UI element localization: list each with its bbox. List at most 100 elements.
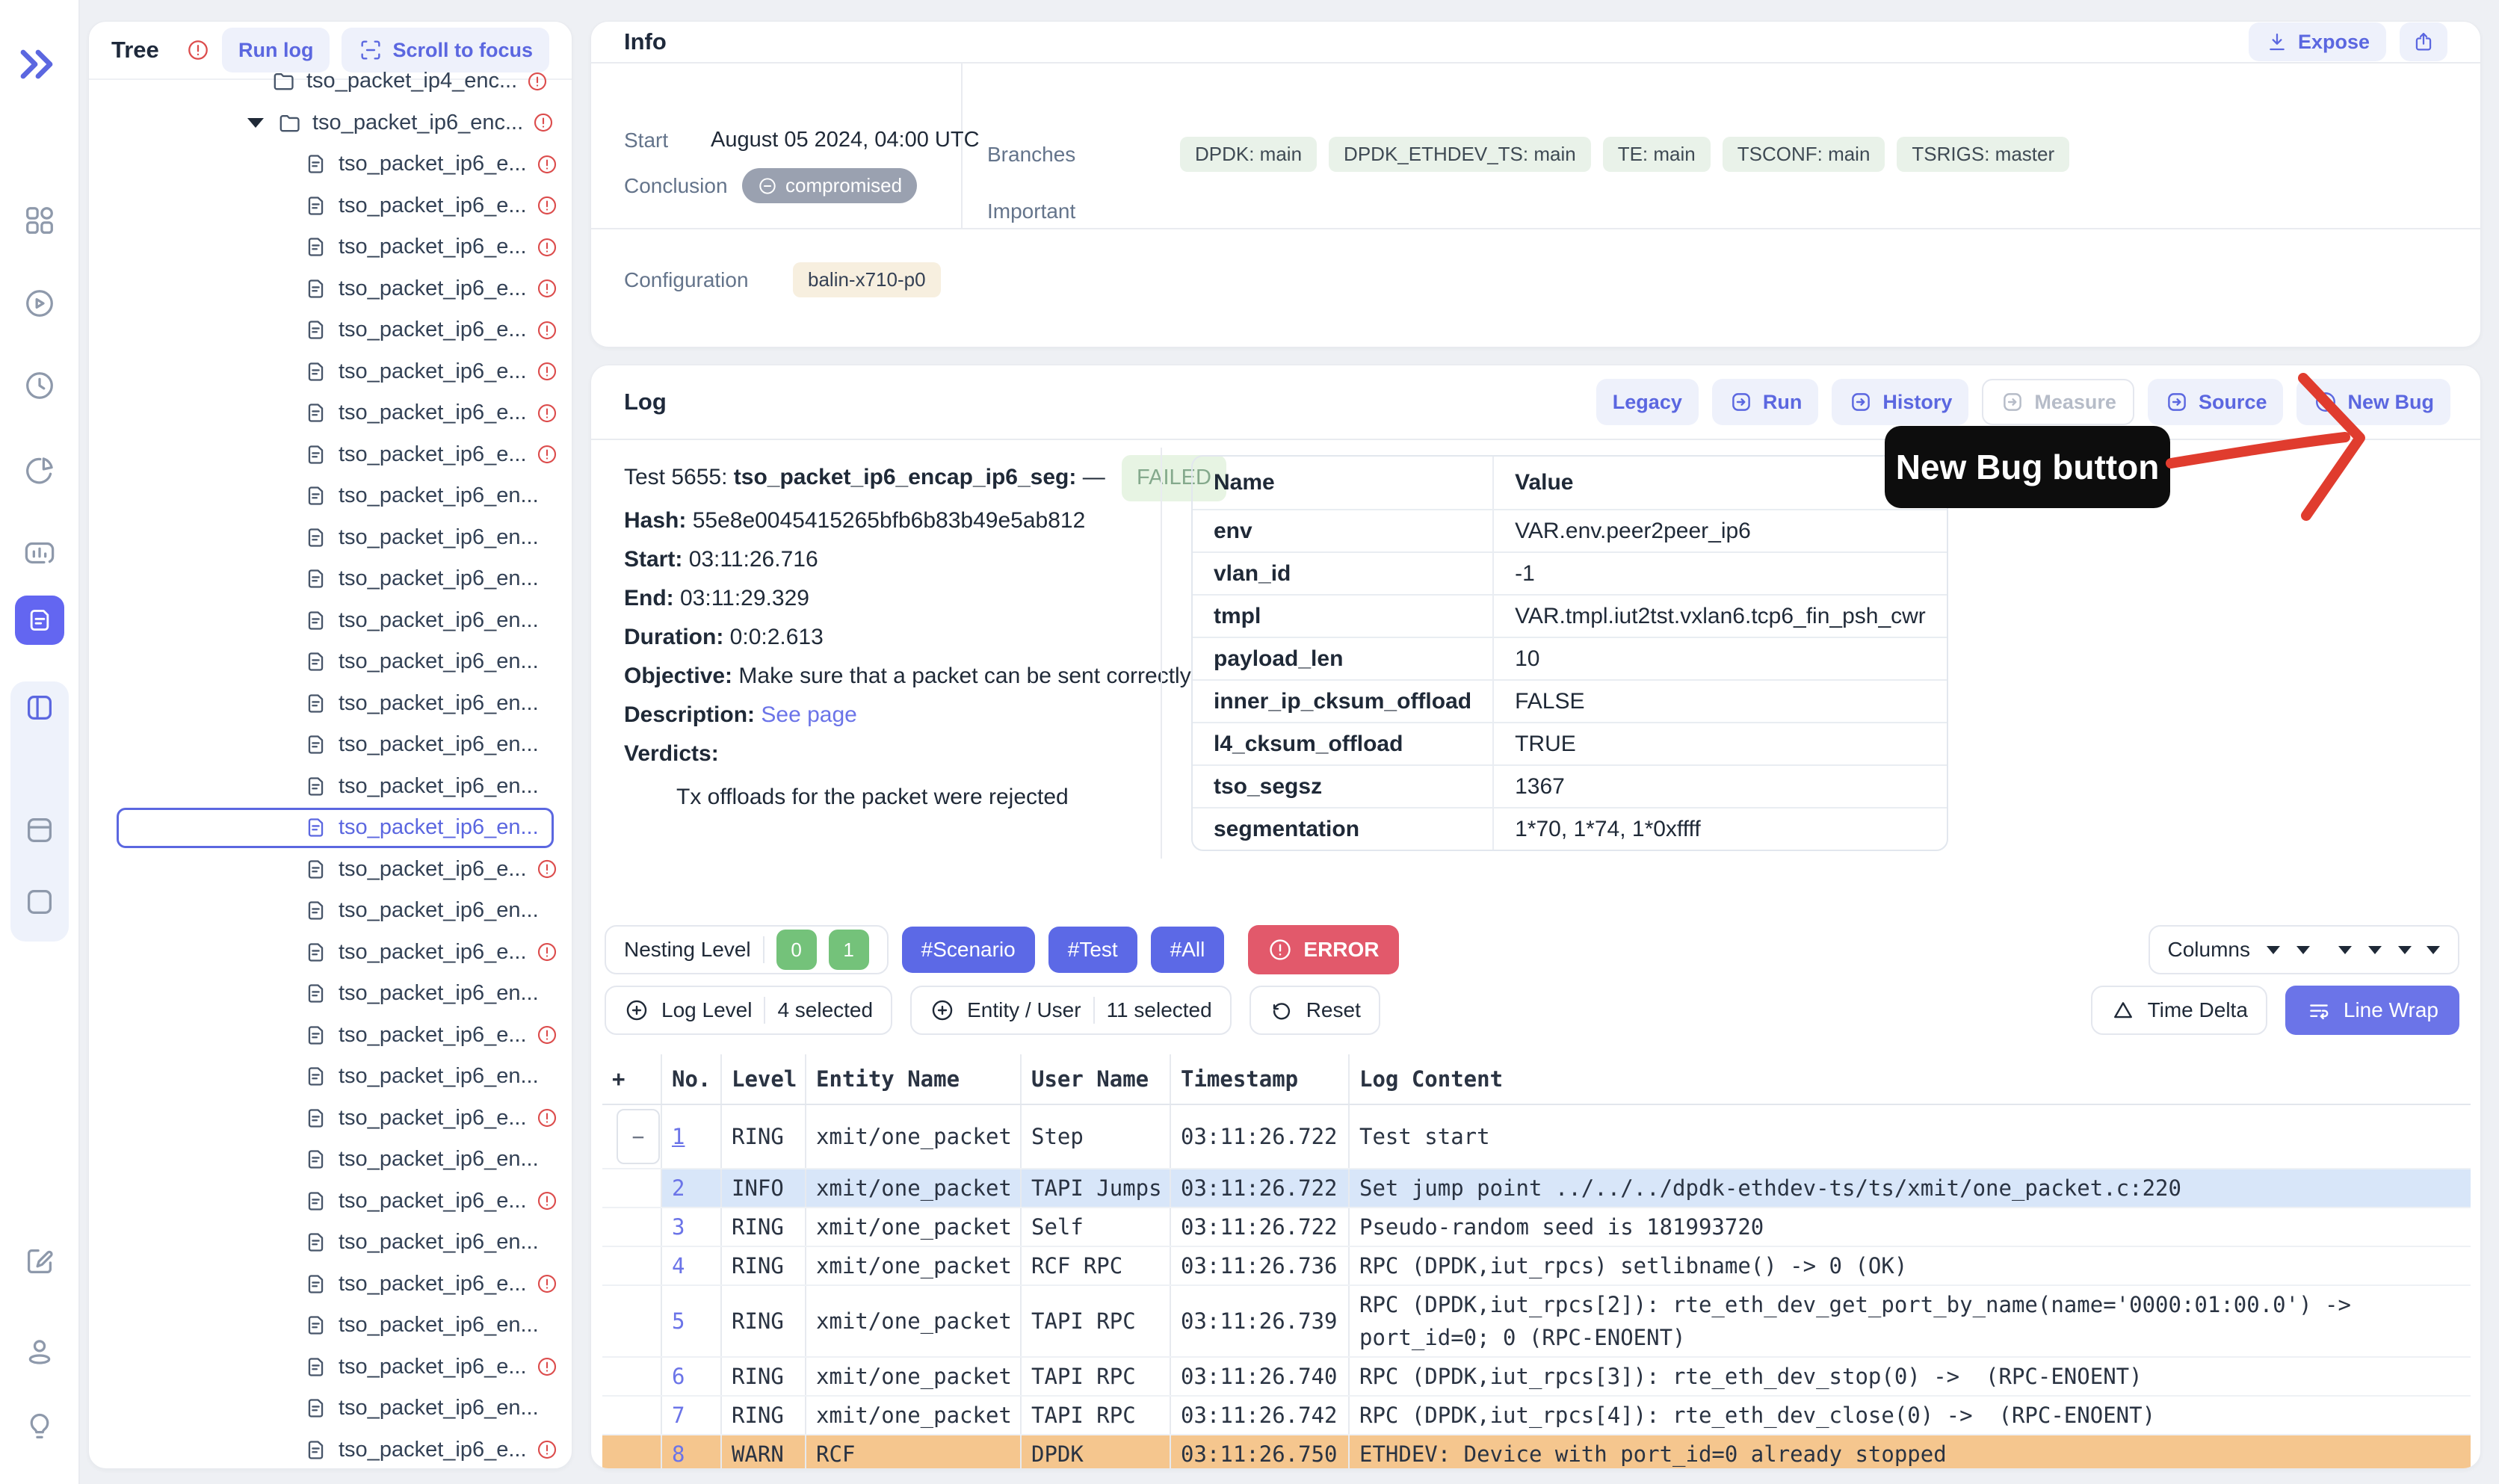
user-icon[interactable] — [22, 1335, 57, 1369]
tree-item[interactable]: tso_packet_ip6_en... — [89, 807, 572, 849]
tree-item[interactable]: tso_packet_ip6_en... — [89, 1139, 572, 1181]
parameter-row: segmentation 1*70, 1*74, 1*0xffff — [1193, 807, 1947, 850]
error-filter-button[interactable]: ERROR — [1248, 925, 1398, 974]
log-row[interactable]: − 7 RING xmit/one_packet TAPI RPC 03:11:… — [602, 1397, 2471, 1435]
log-row[interactable]: − 5 RING xmit/one_packet TAPI RPC 03:11:… — [602, 1286, 2471, 1358]
row-number-link[interactable]: 1 — [662, 1105, 722, 1168]
tree-item[interactable]: tso_packet_ip4_enc... — [89, 61, 572, 102]
tree-item[interactable]: tso_packet_ip6_e... — [89, 1347, 572, 1388]
dashboard-grid-icon[interactable] — [22, 203, 57, 238]
log-row[interactable]: − 2 INFO xmit/one_packet TAPI Jumps 03:1… — [602, 1169, 2471, 1208]
entity-cell: xmit/one_packet — [806, 1208, 1022, 1246]
tree-item[interactable]: tso_packet_ip6_e... — [89, 351, 572, 393]
log-row[interactable]: − 8 WARN RCF DPDK 03:11:26.750 ETHDEV: D… — [602, 1435, 2471, 1469]
tree-item[interactable]: tso_packet_ip6_e... — [89, 392, 572, 434]
tree-item[interactable]: tso_packet_ip6_en... — [89, 766, 572, 808]
log-nav-active[interactable] — [15, 596, 64, 645]
file-icon — [303, 1230, 328, 1255]
measure-button[interactable]: Measure — [1982, 379, 2134, 425]
tree-item-label: tso_packet_ip6_en... — [339, 1064, 539, 1089]
tree-item[interactable]: tso_packet_ip6_en... — [89, 517, 572, 559]
run-button[interactable]: Run — [1712, 379, 1818, 425]
tree-item[interactable]: tso_packet_ip6_e... — [89, 143, 572, 185]
time-delta-button[interactable]: Time Delta — [2091, 986, 2267, 1035]
tree-item[interactable]: tso_packet_ip6_e... — [89, 1264, 572, 1305]
pie-chart-icon[interactable] — [22, 454, 57, 488]
tree-item[interactable]: tso_packet_ip6_en... — [89, 1222, 572, 1264]
tree-item[interactable]: tso_packet_ip6_e... — [89, 185, 572, 227]
warning-circle-icon — [536, 319, 558, 341]
collapse-toggle[interactable]: − — [617, 1109, 660, 1164]
row-number-link[interactable]: 7 — [662, 1397, 722, 1434]
tree-item[interactable]: tso_packet_ip6_e... — [89, 932, 572, 974]
lightbulb-icon[interactable] — [22, 1409, 57, 1444]
columns-dropdown[interactable]: Columns — [2149, 925, 2459, 974]
reset-button[interactable]: Reset — [1250, 986, 1380, 1035]
line-wrap-button[interactable]: Line Wrap — [2285, 986, 2459, 1035]
tree-item[interactable]: tso_packet_ip6_e... — [89, 1098, 572, 1140]
tree-item-label: tso_packet_ip6_en... — [339, 483, 539, 508]
row-number-link[interactable]: 8 — [662, 1435, 722, 1469]
row-number-link[interactable]: 6 — [662, 1358, 722, 1395]
layout-left-icon[interactable] — [22, 690, 57, 725]
all-filter-button[interactable]: #All — [1151, 927, 1225, 973]
row-number-link[interactable]: 3 — [662, 1208, 722, 1246]
row-number-link[interactable]: 5 — [662, 1286, 722, 1356]
tree-item[interactable]: tso_packet_ip6_en... — [89, 475, 572, 517]
row-number-link[interactable]: 2 — [662, 1169, 722, 1207]
tree-item[interactable]: tso_packet_ip6_en... — [89, 1305, 572, 1347]
expose-button[interactable]: Expose — [2249, 22, 2386, 61]
tree-item[interactable]: tso_packet_ip6_e... — [89, 1429, 572, 1470]
legacy-button[interactable]: Legacy — [1596, 379, 1699, 425]
tree-item[interactable]: tso_packet_ip6_en... — [89, 1056, 572, 1098]
see-page-link[interactable]: See page — [761, 702, 856, 727]
expand-cell: − — [602, 1169, 662, 1207]
log-row[interactable]: − 3 RING xmit/one_packet Self 03:11:26.7… — [602, 1208, 2471, 1247]
branch-pill: TE: main — [1603, 137, 1711, 172]
bar-chart-icon[interactable] — [22, 536, 57, 570]
entity-user-count: 11 selected — [1107, 998, 1212, 1022]
layout-top-icon[interactable] — [22, 813, 57, 847]
tree-item[interactable]: tso_packet_ip6_e... — [89, 849, 572, 891]
tree-item-label: tso_packet_ip6_e... — [339, 152, 527, 176]
duration-label: Duration: — [624, 625, 723, 649]
tree-item[interactable]: tso_packet_ip6_en... — [89, 1388, 572, 1429]
warning-circle-icon — [536, 236, 558, 259]
tree-item[interactable]: tso_packet_ip6_enc... — [89, 102, 572, 144]
scenario-filter-button[interactable]: #Scenario — [902, 927, 1035, 973]
nesting-level-chip[interactable]: 0 — [776, 930, 817, 970]
tree-item[interactable]: tso_packet_ip6_en... — [89, 558, 572, 600]
tree-item[interactable]: tso_packet_ip6_en... — [89, 890, 572, 932]
log-row[interactable]: − 1 RING xmit/one_packet Step 03:11:26.7… — [602, 1105, 2471, 1169]
tree-item[interactable]: tso_packet_ip6_e... — [89, 268, 572, 310]
entity-user-control[interactable]: Entity / User 11 selected — [910, 986, 1232, 1035]
configuration-pill[interactable]: balin-x710-p0 — [793, 262, 941, 297]
tree-item[interactable]: tso_packet_ip6_e... — [89, 1015, 572, 1057]
history-button[interactable]: History — [1832, 379, 1968, 425]
tree-item[interactable]: tso_packet_ip6_en... — [89, 973, 572, 1015]
compose-icon[interactable] — [22, 1244, 57, 1279]
nesting-level-chip[interactable]: 1 — [829, 930, 869, 970]
tree-item-label: tso_packet_ip6_en... — [339, 1147, 539, 1172]
tree-item[interactable]: tso_packet_ip6_en... — [89, 600, 572, 642]
log-level-control[interactable]: Log Level 4 selected — [605, 986, 892, 1035]
parameters-header-row: Name Value — [1193, 457, 1947, 509]
tree-item[interactable]: tso_packet_ip6_en... — [89, 724, 572, 766]
log-row[interactable]: − 6 RING xmit/one_packet TAPI RPC 03:11:… — [602, 1358, 2471, 1397]
tree-item[interactable]: tso_packet_ip6_e... — [89, 309, 572, 351]
caret-down-icon[interactable] — [247, 118, 264, 128]
tree-item[interactable]: tso_packet_ip6_en... — [89, 641, 572, 683]
tree-item[interactable]: tso_packet_ip6_e... — [89, 1181, 572, 1222]
logo-chevrons-icon[interactable] — [20, 49, 59, 79]
tree-item[interactable]: tso_packet_ip6_en... — [89, 683, 572, 725]
log-row[interactable]: − 4 RING xmit/one_packet RCF RPC 03:11:2… — [602, 1247, 2471, 1286]
layout-full-icon[interactable] — [22, 885, 57, 919]
share-button[interactable] — [2400, 22, 2447, 61]
row-number-link[interactable]: 4 — [662, 1247, 722, 1284]
file-icon — [303, 318, 328, 342]
test-filter-button[interactable]: #Test — [1048, 927, 1137, 973]
tree-item[interactable]: tso_packet_ip6_e... — [89, 434, 572, 476]
play-circle-icon[interactable] — [22, 286, 57, 321]
history-clock-icon[interactable] — [22, 368, 57, 403]
tree-item[interactable]: tso_packet_ip6_e... — [89, 226, 572, 268]
